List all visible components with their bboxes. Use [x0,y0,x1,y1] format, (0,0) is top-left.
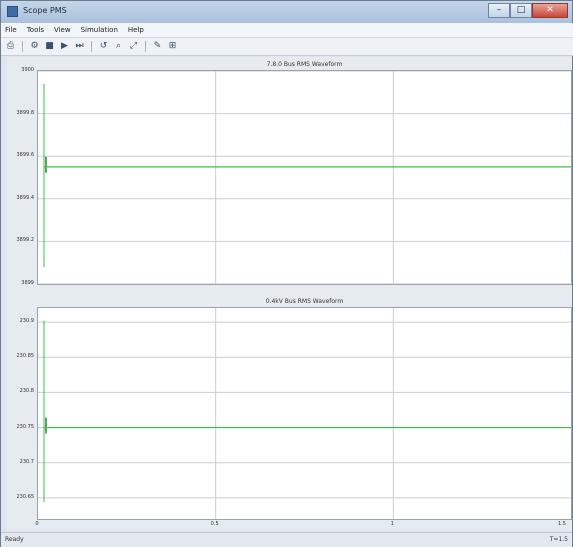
plot-canvas [38,308,571,519]
y-tick-label: 230.9 [19,318,34,325]
close-button[interactable]: ✕ [532,3,568,18]
print-icon[interactable]: ⎙ [5,41,16,52]
minimize-button[interactable]: – [488,3,510,18]
y-tick-label: 3899.2 [16,237,35,244]
plot-axes-bottom[interactable] [37,307,572,520]
autoscale-icon[interactable]: ⤢ [128,41,139,52]
plot-title-bottom: 0.4kV Bus RMS Waveform [265,298,344,305]
time-readout: T=1.5 [549,536,568,543]
y-tick-label: 3899 [21,280,34,286]
parameters-icon[interactable]: ⚙ [29,41,40,52]
toolbar-separator [91,41,92,52]
caption-buttons: – □ ✕ [488,3,568,18]
x-tick-label: 0.5 [210,521,219,527]
plot-panel-top: 7.8.0 Bus RMS Waveform 3900 3899.8 3899.6 3… [7,57,572,289]
scope-window: Scope PMS – □ ✕ File Tools View Simulation H… [0,0,573,547]
x-tick-label: 1.5 [558,521,566,527]
menu-tools[interactable]: Tools [27,26,44,34]
y-tick-label: 230.7 [19,458,34,465]
zoom-icon[interactable]: ⌕ [113,41,124,52]
menu-view[interactable]: View [54,26,71,34]
y-tick-label: 230.65 [16,493,35,500]
menu-file[interactable]: File [5,26,17,34]
plot-axes-top[interactable] [37,70,572,285]
title-bar[interactable]: Scope PMS – □ ✕ [1,1,572,23]
measure-icon[interactable]: ⊞ [167,41,178,52]
restore-icon[interactable]: ↺ [98,41,109,52]
app-icon [7,6,18,17]
y-tick-label: 3899.4 [16,194,35,201]
step-icon[interactable]: ⏭ [74,41,85,52]
y-tick-label: 3899.8 [16,109,35,116]
menu-bar: File Tools View Simulation Help [1,23,573,38]
plot-panel-bottom: 0.4kV Bus RMS Waveform 230.9 230.85 230.8 2… [7,294,572,531]
menu-help[interactable]: Help [128,26,144,34]
window-title: Scope PMS [23,6,67,15]
toolbar-separator [145,41,146,52]
toolbar-separator [22,41,23,52]
x-tick-label: 0 [35,521,39,527]
stop-icon[interactable]: ■ [44,41,55,52]
status-text: Ready [5,536,24,543]
x-tick-label: 1 [390,521,394,527]
maximize-button[interactable]: □ [510,3,532,18]
y-tick-label: 230.8 [19,388,34,395]
y-tick-label: 230.75 [16,423,35,430]
run-icon[interactable]: ▶ [59,41,70,52]
toolbar: ⎙ ⚙ ■ ▶ ⏭ ↺ ⌕ ⤢ ✎ ⊞ [1,38,573,56]
y-tick-label: 3899.6 [16,152,35,159]
plot-canvas [38,71,571,284]
y-tick-label: 3900 [21,67,34,73]
cursor-icon[interactable]: ✎ [152,41,163,52]
status-bar: Ready T=1.5 [1,532,572,547]
plot-title-top: 7.8.0 Bus RMS Waveform [266,61,343,68]
menu-simulation[interactable]: Simulation [81,26,118,34]
scope-plot-area: 7.8.0 Bus RMS Waveform 3900 3899.8 3899.6 3… [7,57,572,531]
y-tick-label: 230.85 [16,353,35,360]
